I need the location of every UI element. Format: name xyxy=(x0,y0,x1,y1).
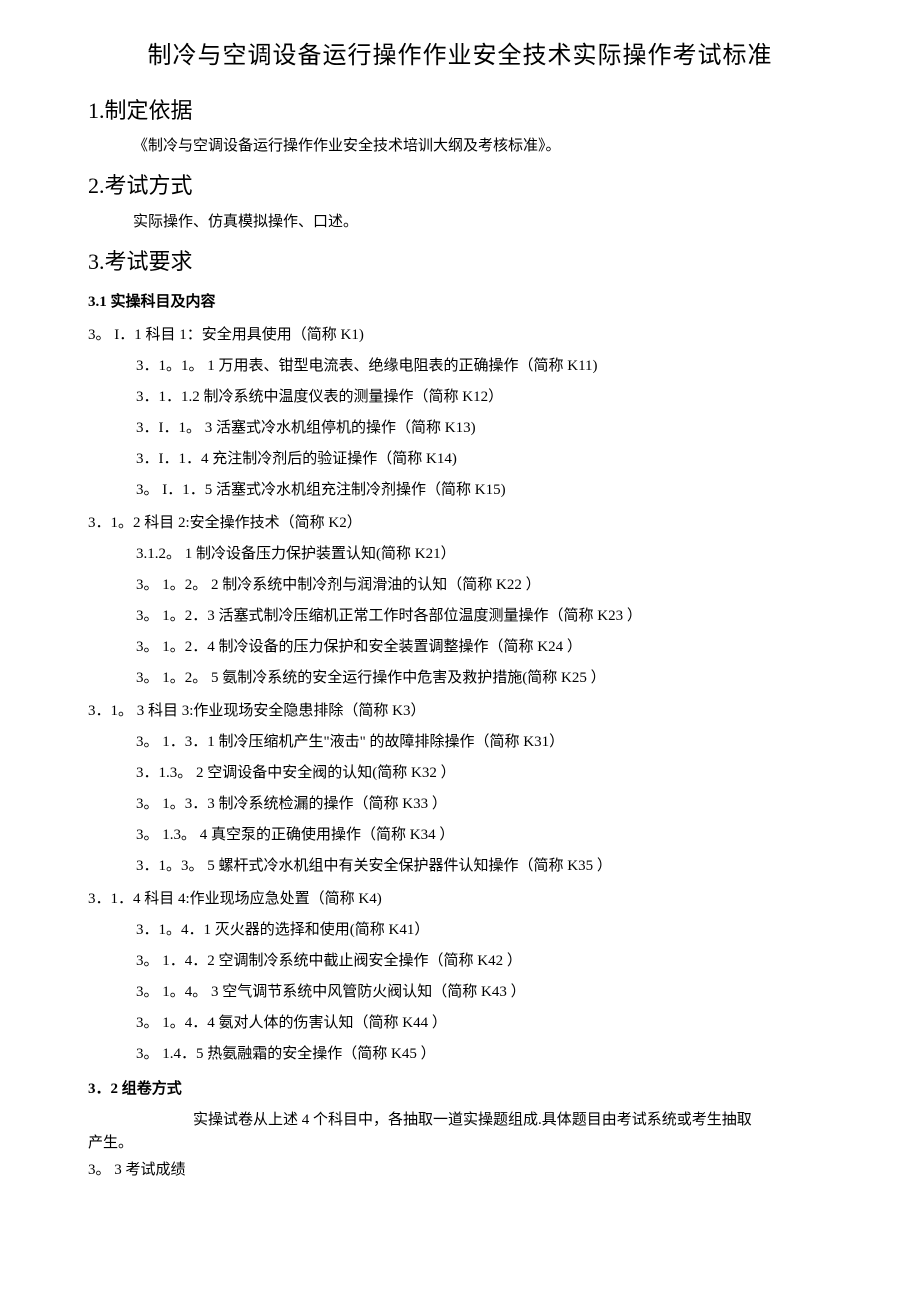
k21: 3.1.2。 1 制冷设备压力保护装置认知(简称 K21） xyxy=(136,544,832,565)
k11: 3．1。1。 1 万用表、钳型电流表、绝缘电阻表的正确操作（简称 K11) xyxy=(136,356,832,377)
k25: 3。 1。2。 5 氨制冷系统的安全运行操作中危害及救护措施(简称 K25 ） xyxy=(136,668,832,689)
k45: 3。 1.4．5 热氨融霜的安全操作（简称 K45 ） xyxy=(136,1044,832,1065)
k31: 3。 1．3．1 制冷压缩机产生"液击" 的故障排除操作（简称 K31） xyxy=(136,732,832,753)
k1-head: 3。 I．1 科目 1：安全用具使用（简称 K1) xyxy=(88,325,832,346)
k12: 3．1．1.2 制冷系统中温度仪表的测量操作（简称 K12） xyxy=(136,387,832,408)
section-3-2-heading: 3．2 组卷方式 xyxy=(88,1079,832,1100)
section-3-2-line2: 产生。 xyxy=(88,1133,832,1154)
k15: 3。 I．1．5 活塞式冷水机组充注制冷剂操作（简称 K15) xyxy=(136,480,832,501)
k22: 3。 1。2。 2 制冷系统中制冷剂与润滑油的认知（简称 K22 ） xyxy=(136,575,832,596)
k35: 3．1。3。 5 螺杆式冷水机组中有关安全保护器件认知操作（简称 K35 ） xyxy=(136,856,832,877)
section-3-2-body: 实操试卷从上述 4 个科目中，各抽取一道实操题组成.具体题目由考试系统或考生抽取 xyxy=(88,1110,832,1131)
k2-head: 3．1。2 科目 2:安全操作技术（简称 K2） xyxy=(88,513,832,534)
section-3-2-line1: 实操试卷从上述 4 个科目中，各抽取一道实操题组成.具体题目由考试系统或考生抽取 xyxy=(193,1112,752,1128)
k14: 3．I．1．4 充注制冷剂后的验证操作（简称 K14) xyxy=(136,449,832,470)
k42: 3。 1．4．2 空调制冷系统中截止阀安全操作（简称 K42 ） xyxy=(136,951,832,972)
k24: 3。 1。2．4 制冷设备的压力保护和安全装置调整操作（简称 K24 ） xyxy=(136,637,832,658)
section-3-1-heading: 3.1 实操科目及内容 xyxy=(88,292,832,313)
k13: 3．I．1。 3 活塞式冷水机组停机的操作（简称 K13) xyxy=(136,418,832,439)
section-3-3-heading: 3。 3 考试成绩 xyxy=(88,1160,832,1181)
document-title: 制冷与空调设备运行操作作业安全技术实际操作考试标准 xyxy=(88,40,832,74)
k41: 3．1。4．1 灭火器的选择和使用(简称 K41） xyxy=(136,920,832,941)
section-2-body: 实际操作、仿真模拟操作、口述。 xyxy=(88,212,832,233)
section-1-body: 《制冷与空调设备运行操作作业安全技术培训大纲及考核标准》。 xyxy=(88,136,832,157)
section-3-heading: 3.考试要求 xyxy=(88,247,832,278)
k4-head: 3．1．4 科目 4:作业现场应急处置（简称 K4) xyxy=(88,889,832,910)
k44: 3。 1。4．4 氨对人体的伤害认知（简称 K44 ） xyxy=(136,1013,832,1034)
k34: 3。 1.3。 4 真空泵的正确使用操作（简称 K34 ） xyxy=(136,825,832,846)
k23: 3。 1。2．3 活塞式制冷压缩机正常工作时各部位温度测量操作（简称 K23 ） xyxy=(136,606,832,627)
section-2-heading: 2.考试方式 xyxy=(88,171,832,202)
k3-head: 3．1。 3 科目 3:作业现场安全隐患排除（简称 K3） xyxy=(88,701,832,722)
section-1-heading: 1.制定依据 xyxy=(88,96,832,127)
k43: 3。 1。4。 3 空气调节系统中风管防火阀认知（简称 K43 ） xyxy=(136,982,832,1003)
k33: 3。 1。3．3 制冷系统检漏的操作（简称 K33 ） xyxy=(136,794,832,815)
k32: 3．1.3。 2 空调设备中安全阀的认知(简称 K32 ） xyxy=(136,763,832,784)
